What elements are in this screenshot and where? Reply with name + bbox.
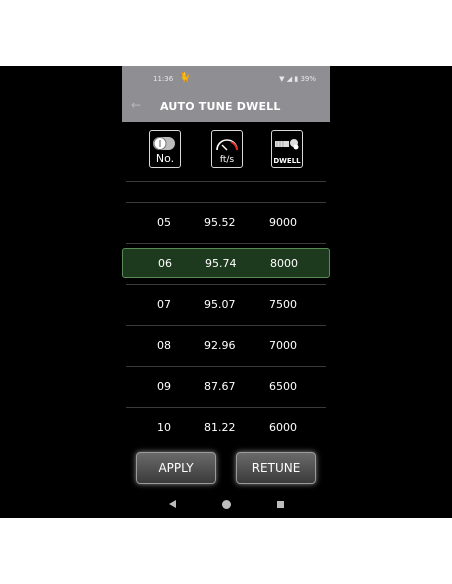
row-number: 07 (157, 298, 171, 311)
table-row-selected[interactable]: 06 95.74 8000 (122, 248, 330, 278)
app-bar: ← AUTO TUNE DWELL (122, 92, 330, 122)
row-divider (126, 284, 326, 285)
row-speed: 81.22 (204, 421, 236, 434)
row-divider (126, 325, 326, 326)
battery-percent: 39% (300, 75, 316, 83)
row-dwell: 6500 (269, 380, 297, 393)
row-number: 10 (157, 421, 171, 434)
row-speed: 95.52 (204, 216, 236, 229)
row-number: 09 (157, 380, 171, 393)
wifi-icon: ▼ (279, 75, 285, 83)
status-right: ▼ ◢ ▮ 39% (279, 75, 316, 83)
row-number: 08 (157, 339, 171, 352)
header-no[interactable]: No. (149, 130, 181, 168)
cat-icon: 🐈 (179, 73, 191, 83)
row-dwell: 7500 (269, 298, 297, 311)
header-speed[interactable]: ft/s (211, 130, 243, 168)
table-row[interactable]: 05 95.52 9000 (122, 208, 330, 236)
system-nav-bar (122, 492, 330, 518)
header-dwell[interactable]: DWELL (271, 130, 303, 168)
row-divider (126, 407, 326, 408)
back-arrow-icon[interactable]: ← (131, 98, 141, 112)
table-row[interactable]: 10 81.22 6000 (122, 413, 330, 441)
retune-button[interactable]: RETUNE (236, 452, 316, 484)
row-speed: 95.74 (205, 257, 237, 270)
table-row[interactable]: 09 87.67 6500 (122, 372, 330, 400)
status-time: 11:36 (153, 75, 174, 83)
row-speed: 92.96 (204, 339, 236, 352)
table-row[interactable]: 08 92.96 7000 (122, 331, 330, 359)
row-dwell: 9000 (269, 216, 297, 229)
row-speed: 95.07 (204, 298, 236, 311)
table-row[interactable]: 07 95.07 7500 (122, 290, 330, 318)
row-dwell: 7000 (269, 339, 297, 352)
page-title: AUTO TUNE DWELL (160, 100, 281, 113)
row-divider (126, 243, 326, 244)
row-number: 05 (157, 216, 171, 229)
row-divider (126, 202, 326, 203)
nav-recents-icon[interactable] (277, 501, 284, 508)
speedometer-icon (216, 139, 238, 151)
row-speed: 87.67 (204, 380, 236, 393)
dwell-gun-icon (275, 139, 299, 150)
apply-button[interactable]: APPLY (136, 452, 216, 484)
toggle-icon (153, 137, 175, 150)
phone-screen: 11:36 🐈 ▼ ◢ ▮ 39% ← AUTO TUNE DWELL No. … (122, 66, 330, 518)
header-dwell-label: DWELL (273, 157, 301, 165)
row-divider (126, 366, 326, 367)
header-no-label: No. (155, 152, 175, 165)
nav-back-icon[interactable] (169, 500, 176, 508)
row-dwell: 8000 (270, 257, 298, 270)
row-divider (126, 181, 326, 182)
battery-icon: ▮ (294, 75, 299, 83)
row-dwell: 6000 (269, 421, 297, 434)
nav-home-icon[interactable] (222, 500, 231, 509)
row-number: 06 (158, 257, 172, 270)
status-bar: 11:36 🐈 ▼ ◢ ▮ 39% (122, 66, 330, 92)
header-speed-label: ft/s (219, 155, 235, 165)
signal-icon: ◢ (286, 75, 293, 83)
